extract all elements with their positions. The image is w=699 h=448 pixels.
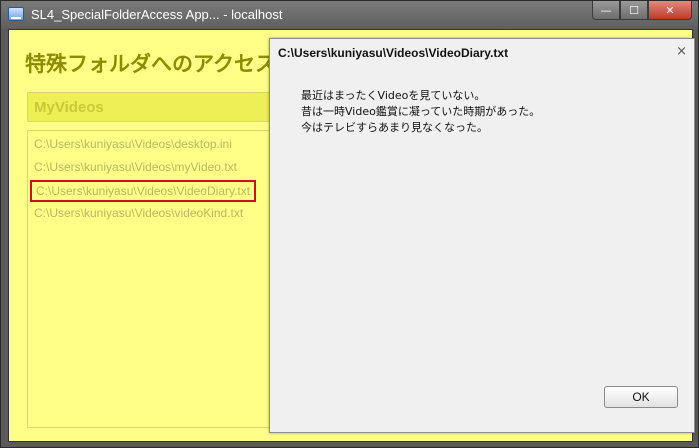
file-item-videodiary-txt[interactable]: C:\Users\kuniyasu\Videos\VideoDiary.txt [30, 180, 257, 202]
app-window: SL4_SpecialFolderAccess App... - localho… [0, 0, 699, 448]
folder-label: MyVideos [34, 99, 104, 116]
window-title: SL4_SpecialFolderAccess App... - localho… [31, 7, 283, 22]
minimize-button[interactable]: — [592, 1, 620, 20]
dialog-line: 昔は一時Video鑑賞に凝っていた時期があった。 [301, 105, 541, 118]
file-item-desktop-ini[interactable]: C:\Users\kuniyasu\Videos\desktop.ini [34, 137, 232, 151]
close-button[interactable]: ✕ [648, 1, 692, 20]
maximize-button[interactable]: ☐ [620, 1, 648, 20]
caption-buttons: — ☐ ✕ [592, 1, 692, 21]
message-dialog: C:\Users\kuniyasu\Videos\VideoDiary.txt … [269, 38, 695, 433]
page-heading: 特殊フォルダへのアクセス [25, 52, 276, 76]
dialog-close-icon[interactable]: × [676, 44, 687, 59]
folder-header[interactable]: MyVideos [27, 92, 287, 122]
dialog-message: 最近はまったくVideoを見ていない。 昔は一時Video鑑賞に凝っていた時期が… [301, 88, 540, 136]
file-list[interactable]: C:\Users\kuniyasu\Videos\desktop.ini C:\… [27, 130, 297, 428]
dialog-title: C:\Users\kuniyasu\Videos\VideoDiary.txt [278, 46, 509, 60]
dialog-line: 今はテレビすらあまり見なくなった。 [301, 121, 488, 134]
file-item-myvideo-txt[interactable]: C:\Users\kuniyasu\Videos\myVideo.txt [34, 160, 237, 174]
ok-button[interactable]: OK [604, 386, 678, 408]
app-icon [8, 7, 24, 21]
file-item-videokind-txt[interactable]: C:\Users\kuniyasu\Videos\videoKind.txt [34, 206, 243, 220]
title-bar[interactable]: SL4_SpecialFolderAccess App... - localho… [1, 1, 698, 29]
dialog-line: 最近はまったくVideoを見ていない。 [301, 89, 486, 102]
